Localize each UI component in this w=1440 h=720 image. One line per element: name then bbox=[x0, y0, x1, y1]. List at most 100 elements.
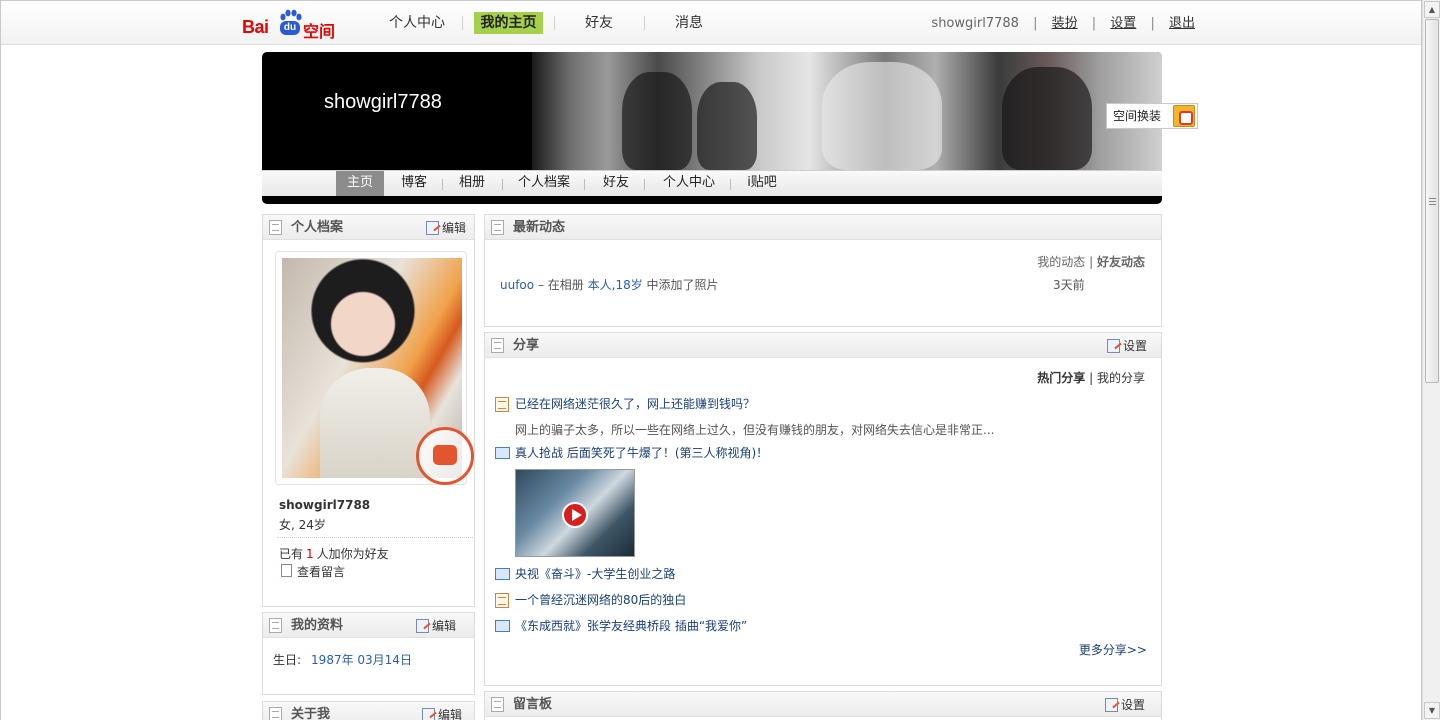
logo-text-bai: Bai bbox=[242, 17, 269, 37]
guestbook-panel-header: 留言板 设置 bbox=[485, 692, 1161, 717]
tab-separator bbox=[644, 179, 645, 190]
share-item[interactable]: 央视《奋斗》-大学生创业之路 bbox=[495, 565, 675, 583]
view-messages-label: 查看留言 bbox=[297, 565, 346, 579]
browser-viewport: Bai du 空间 个人中心 我的主页 好友 消息 showgirl7788 |… bbox=[0, 0, 1422, 720]
nav-messages[interactable]: 消息 bbox=[656, 12, 722, 34]
tab-album[interactable]: 相册 bbox=[448, 171, 496, 196]
share-settings-button[interactable]: 设置 bbox=[1106, 333, 1147, 359]
video-icon bbox=[495, 620, 510, 632]
info-panel-header: 我的资料 编辑 bbox=[263, 613, 474, 638]
edit-label: 编辑 bbox=[441, 221, 466, 235]
scroll-down-arrow-icon[interactable]: ▼ bbox=[1424, 702, 1440, 719]
grip-icon bbox=[1429, 198, 1436, 205]
article-icon bbox=[495, 397, 509, 412]
feed-filter: 我的动态 | 好友动态 bbox=[1037, 253, 1145, 270]
tab-separator bbox=[730, 179, 731, 190]
about-panel-title: 关于我 bbox=[291, 707, 331, 720]
avatar-figure bbox=[320, 368, 430, 478]
space-banner: showgirl7788 主页 博客 相册 个人档案 好友 个人中心 i贴吧 bbox=[262, 52, 1162, 204]
share-panel-title: 分享 bbox=[513, 338, 540, 353]
share-item[interactable]: 真人抢战 后面笑死了牛爆了！(第三人称视角)！ bbox=[495, 444, 768, 462]
decorate-link[interactable]: 装扮 bbox=[1052, 16, 1078, 31]
feed-time: 3天前 bbox=[1053, 278, 1085, 292]
friend-suffix: 人加你为好友 bbox=[316, 547, 389, 561]
share-item-title: 《东成西就》张学友经典桥段 插曲“我爱你” bbox=[515, 619, 748, 633]
scroll-up-arrow-icon[interactable]: ▲ bbox=[1424, 1, 1440, 18]
tab-home[interactable]: 主页 bbox=[336, 171, 384, 196]
document-icon bbox=[491, 697, 504, 712]
view-messages-link[interactable]: 查看留言 bbox=[281, 563, 345, 580]
banner-figure bbox=[622, 72, 692, 170]
edit-icon bbox=[415, 619, 429, 633]
guestbook-panel-title: 留言板 bbox=[513, 697, 553, 712]
birthday-value: 1987年 03月14日 bbox=[311, 653, 412, 667]
tab-friends[interactable]: 好友 bbox=[594, 171, 638, 196]
share-panel-header: 分享 设置 bbox=[485, 333, 1161, 358]
edit-profile-button[interactable]: 编辑 bbox=[425, 215, 466, 241]
profile-panel: 个人档案 编辑 showgirl7788 女, 24岁 已有 1 人加你为好友 查看… bbox=[262, 214, 475, 607]
edit-info-button[interactable]: 编辑 bbox=[415, 613, 456, 639]
play-icon bbox=[562, 502, 588, 528]
logo-text-du: du bbox=[280, 21, 300, 35]
nav-friends[interactable]: 好友 bbox=[566, 12, 632, 34]
guestbook-settings-button[interactable]: 设置 bbox=[1104, 692, 1145, 718]
feed-panel-header: 最新动态 bbox=[485, 215, 1161, 240]
tab-blog[interactable]: 博客 bbox=[392, 171, 436, 196]
feed-action-pre: 在相册 bbox=[547, 278, 584, 292]
tab-profile[interactable]: 个人档案 bbox=[510, 171, 578, 196]
banner-photo bbox=[532, 52, 1162, 170]
feed-user-link[interactable]: uufoo bbox=[500, 278, 534, 292]
more-shares-link[interactable]: 更多分享>> bbox=[1079, 641, 1147, 658]
user-bar-separator: | bbox=[1091, 16, 1097, 31]
logout-link[interactable]: 退出 bbox=[1169, 16, 1195, 31]
edit-about-button[interactable]: 编辑 bbox=[421, 702, 462, 720]
document-icon bbox=[269, 220, 282, 235]
nav-separator bbox=[462, 16, 463, 30]
share-item-title: 一个曾经沉迷网络的80后的独白 bbox=[515, 593, 687, 607]
share-item-title: 已经在网络迷茫很久了，网上还能赚到钱吗？ bbox=[515, 397, 756, 411]
friend-count[interactable]: 1 bbox=[306, 547, 314, 561]
banner-figure bbox=[697, 82, 757, 170]
scrollbar-thumb[interactable] bbox=[1425, 19, 1439, 383]
baidu-space-logo[interactable]: Bai du 空间 bbox=[242, 9, 342, 41]
video-thumbnail[interactable] bbox=[515, 469, 635, 557]
birthday-row: 生日: 1987年 03月14日 bbox=[273, 651, 412, 668]
my-share-tab[interactable]: 我的分享 bbox=[1097, 371, 1145, 385]
nav-my-homepage[interactable]: 我的主页 bbox=[474, 12, 543, 34]
edit-label: 编辑 bbox=[431, 619, 456, 633]
tab-personal-center[interactable]: 个人中心 bbox=[654, 171, 724, 196]
tab-separator bbox=[502, 179, 503, 190]
banner-figure bbox=[822, 62, 942, 170]
friend-feed-link[interactable]: 好友动态 bbox=[1097, 255, 1145, 269]
nav-personal-center[interactable]: 个人中心 bbox=[376, 12, 458, 34]
about-panel: 关于我 编辑 bbox=[262, 701, 475, 720]
logo-text-space: 空间 bbox=[303, 22, 336, 41]
share-item-title: 央视《奋斗》-大学生创业之路 bbox=[515, 567, 676, 581]
share-item[interactable]: 已经在网络迷茫很久了，网上还能赚到钱吗？ bbox=[495, 395, 755, 413]
feed-dash: – bbox=[537, 278, 544, 292]
share-description: 网上的骗子太多，所以一些在网络上过久，但没有赚钱的朋友，对网络失去信心是非常正.… bbox=[515, 423, 995, 437]
current-username: showgirl7788 bbox=[931, 16, 1019, 31]
tab-tieba[interactable]: i贴吧 bbox=[738, 171, 786, 196]
space-tab-bar: 主页 博客 相册 个人档案 好友 个人中心 i贴吧 bbox=[262, 170, 1162, 196]
edit-label: 编辑 bbox=[437, 708, 462, 720]
feed-album-link[interactable]: 本人,18岁 bbox=[588, 278, 643, 292]
share-item[interactable]: 《东成西就》张学友经典桥段 插曲“我爱你” bbox=[495, 617, 747, 635]
share-item[interactable]: 一个曾经沉迷网络的80后的独白 bbox=[495, 591, 686, 609]
info-panel: 我的资料 编辑 生日: 1987年 03月14日 bbox=[262, 612, 475, 695]
profile-name[interactable]: showgirl7788 bbox=[279, 498, 370, 512]
vertical-scrollbar[interactable]: ▲ ▼ bbox=[1422, 0, 1440, 720]
user-bar-separator: | bbox=[1033, 16, 1038, 31]
document-icon bbox=[269, 618, 282, 633]
my-feed-link[interactable]: 我的动态 bbox=[1037, 255, 1085, 269]
avatar[interactable] bbox=[275, 251, 474, 485]
theme-icon bbox=[1173, 105, 1195, 127]
settings-link[interactable]: 设置 bbox=[1110, 16, 1136, 31]
edit-icon bbox=[421, 708, 435, 720]
tab-separator bbox=[584, 179, 585, 190]
hot-share-tab[interactable]: 热门分享 bbox=[1037, 371, 1085, 385]
settings-icon bbox=[1104, 698, 1118, 712]
camera-stamp-icon bbox=[416, 427, 474, 485]
change-theme-button[interactable]: 空间换装 bbox=[1106, 103, 1198, 129]
profile-gender-age: 女, 24岁 bbox=[279, 518, 326, 532]
